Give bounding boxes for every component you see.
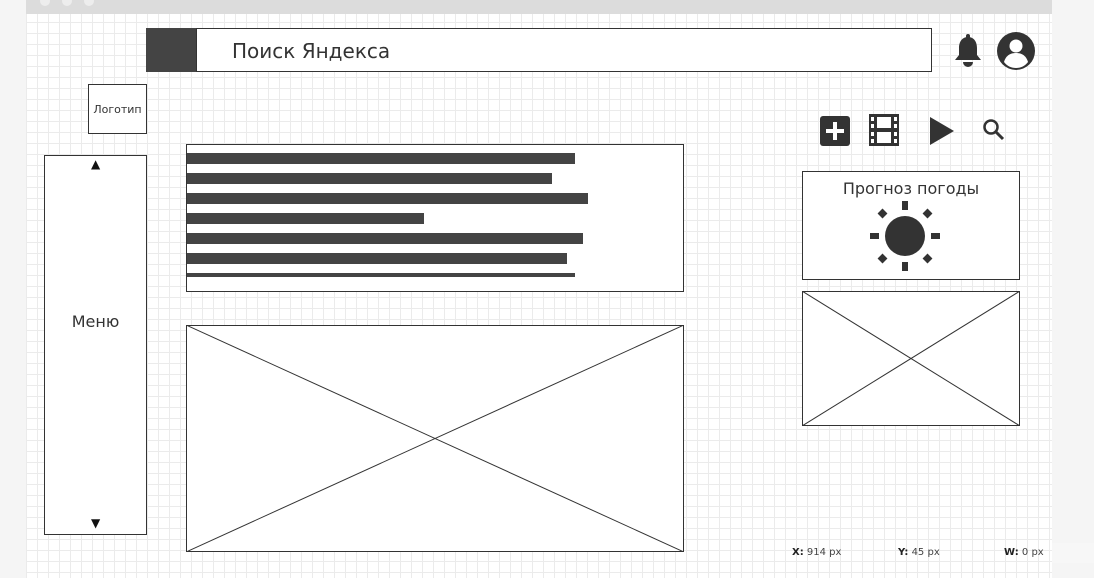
weather-widget[interactable]: Прогноз погоды bbox=[802, 171, 1020, 280]
status-y-value: 45 px bbox=[911, 547, 940, 558]
image-placeholder-small bbox=[801, 290, 1021, 427]
status-x-label: X: bbox=[792, 547, 804, 558]
text-line bbox=[187, 173, 552, 184]
search-logo-block bbox=[146, 28, 196, 72]
window-dot-minimize[interactable] bbox=[62, 0, 72, 6]
status-y-label: Y: bbox=[898, 547, 909, 558]
menu-scroll-down-icon[interactable]: ▼ bbox=[91, 516, 100, 530]
side-menu[interactable]: ▲ Меню ▼ bbox=[44, 155, 147, 535]
window-dot-maximize[interactable] bbox=[84, 0, 94, 6]
search-icon[interactable] bbox=[981, 117, 1007, 143]
search-input[interactable]: Поиск Яндекса bbox=[196, 28, 932, 72]
status-w-value: 0 px bbox=[1021, 547, 1044, 558]
plus-box-icon[interactable] bbox=[820, 116, 850, 146]
text-block bbox=[186, 144, 684, 292]
window-titlebar bbox=[26, 0, 1052, 14]
image-placeholder-large bbox=[185, 324, 685, 553]
wireframe-canvas: Поиск Яндекса Логотип ▲ Меню ▼ Прогноз п… bbox=[26, 0, 1052, 578]
text-line bbox=[187, 153, 575, 164]
menu-label: Меню bbox=[71, 312, 120, 331]
bell-icon[interactable] bbox=[952, 34, 984, 68]
menu-scroll-up-icon[interactable]: ▲ bbox=[91, 157, 100, 171]
play-icon[interactable] bbox=[928, 116, 956, 146]
right-edge-strip bbox=[1052, 543, 1094, 563]
logo-label: Логотип bbox=[93, 102, 142, 116]
status-x-value: 914 px bbox=[806, 547, 842, 558]
text-line bbox=[187, 273, 575, 277]
text-line bbox=[187, 213, 424, 224]
text-line bbox=[187, 193, 588, 204]
weather-title: Прогноз погоды bbox=[842, 179, 980, 198]
status-w-label: W: bbox=[1004, 547, 1019, 558]
sun-icon bbox=[867, 198, 943, 274]
window-dot-close[interactable] bbox=[40, 0, 50, 6]
status-w: W: 0 px bbox=[1004, 547, 1044, 558]
text-line bbox=[187, 233, 583, 244]
search-placeholder: Поиск Яндекса bbox=[232, 39, 391, 63]
text-line bbox=[187, 253, 567, 264]
status-x: X: 914 px bbox=[792, 547, 841, 558]
film-icon[interactable] bbox=[869, 114, 899, 146]
status-y: Y: 45 px bbox=[898, 547, 940, 558]
logo-placeholder[interactable]: Логотип bbox=[88, 84, 147, 134]
user-icon[interactable] bbox=[996, 31, 1036, 71]
